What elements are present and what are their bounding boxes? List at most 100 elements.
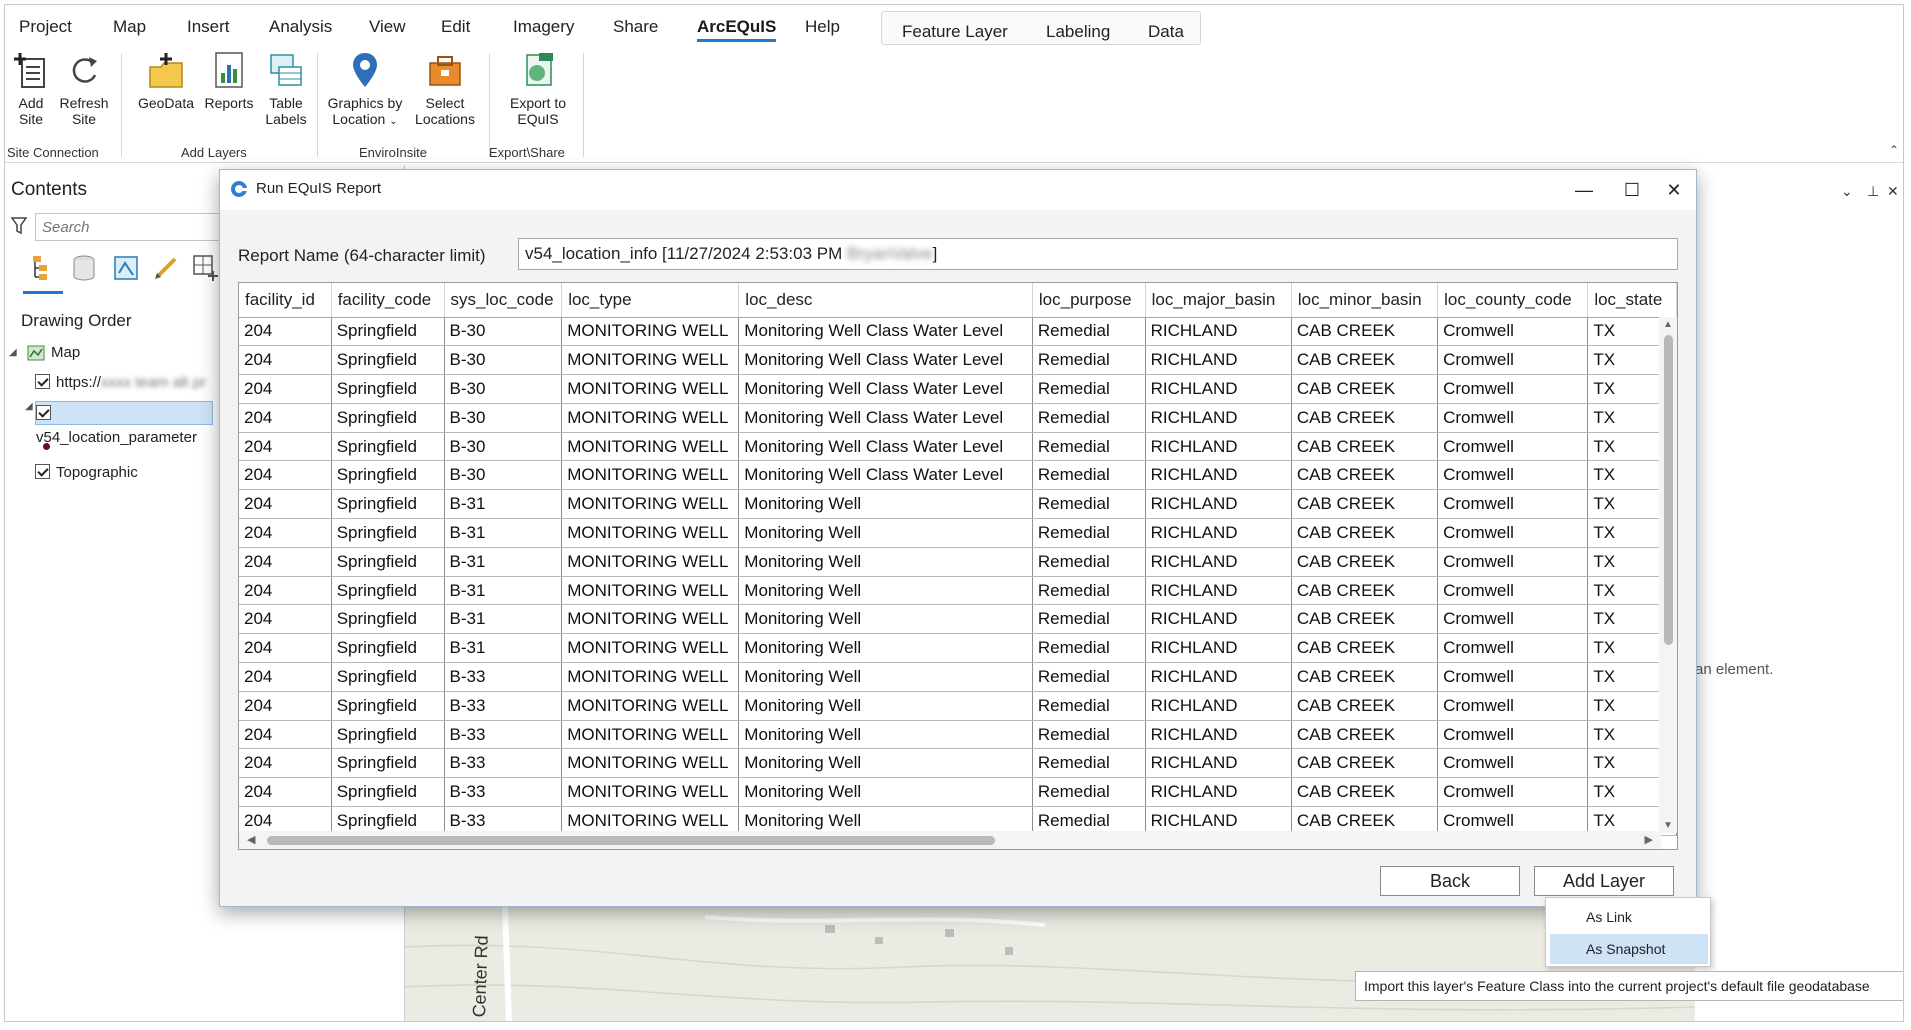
column-header[interactable]: loc_desc	[738, 283, 1033, 318]
list-by-snapping-icon[interactable]	[191, 253, 221, 283]
reports-button[interactable]: Reports	[199, 51, 259, 111]
scroll-left-icon[interactable]: ◀	[247, 833, 255, 846]
table-row[interactable]: 204 Springfield B-31 MONITORING WELL Monitor…	[239, 489, 1677, 520]
minimize-button[interactable]: —	[1564, 176, 1604, 204]
add-site-button[interactable]: Add Site	[9, 51, 53, 127]
scroll-down-icon[interactable]: ▼	[1663, 820, 1673, 831]
table-cell: MONITORING WELL	[561, 748, 740, 779]
add-layer-button[interactable]: Add Layer	[1534, 866, 1674, 896]
list-by-selection-icon[interactable]	[111, 253, 141, 283]
table-row[interactable]: 204 Springfield B-30 MONITORING WELL Monitor…	[239, 403, 1677, 433]
layer-visibility-checkbox[interactable]	[35, 374, 50, 389]
table-row[interactable]: 204 Springfield B-33 MONITORING WELL Monitor…	[239, 691, 1677, 721]
table-row[interactable]: 204 Springfield B-31 MONITORING WELL Monitor…	[239, 576, 1677, 606]
column-header[interactable]: facility_code	[331, 283, 445, 318]
horizontal-scrollbar[interactable]: ◀ ▶	[239, 831, 1661, 849]
table-cell: CAB CREEK	[1291, 604, 1439, 635]
close-pane-icon[interactable]: ✕	[1887, 183, 1899, 200]
table-row[interactable]: 204 Springfield B-30 MONITORING WELL Monitor…	[239, 460, 1677, 491]
report-name-input[interactable]: v54_location_info [11/27/2024 2:53:03 PM…	[518, 238, 1678, 270]
table-cell: Monitoring Well	[738, 633, 1033, 664]
tab-data[interactable]: Data	[1148, 22, 1184, 42]
column-header[interactable]: sys_loc_code	[444, 283, 563, 318]
tab-share[interactable]: Share	[613, 17, 658, 37]
table-row[interactable]: 204 Springfield B-30 MONITORING WELL Monitor…	[239, 432, 1677, 462]
report-results-grid[interactable]: facility_id facility_code sys_loc_code loc_…	[238, 282, 1678, 850]
scroll-up-icon[interactable]: ▲	[1663, 319, 1673, 330]
table-cell: Remedial	[1032, 777, 1146, 808]
column-header[interactable]: loc_minor_basin	[1291, 283, 1439, 318]
collapse-ribbon-icon[interactable]: ⌃	[1889, 143, 1899, 157]
tree-item-location-layer[interactable]: v54_location_parameter	[35, 401, 213, 446]
collapse-triangle-icon[interactable]: ◢	[25, 401, 33, 412]
menu-item-as-snapshot[interactable]: As Snapshot	[1550, 934, 1708, 964]
export-to-equis-button[interactable]: Export to EQuIS	[501, 51, 575, 127]
pin-icon[interactable]: ⊥	[1867, 183, 1879, 200]
tab-insert[interactable]: Insert	[187, 17, 230, 37]
table-cell: MONITORING WELL	[561, 604, 740, 635]
tree-item-topographic[interactable]: Topographic	[35, 461, 138, 485]
table-cell: CAB CREEK	[1291, 720, 1439, 750]
report-name-suffix: ]	[932, 244, 938, 263]
tab-edit[interactable]: Edit	[441, 17, 470, 37]
table-row[interactable]: 204 Springfield B-31 MONITORING WELL Monitor…	[239, 518, 1677, 548]
tab-help[interactable]: Help	[805, 17, 840, 37]
column-header[interactable]: facility_id	[239, 283, 332, 318]
graphics-by-location-button[interactable]: Graphics by Location ⌄	[323, 51, 407, 130]
vertical-scroll-thumb[interactable]	[1664, 335, 1673, 645]
dialog-titlebar[interactable]: Run EQuIS Report — ☐ ✕	[220, 170, 1696, 210]
tab-labeling[interactable]: Labeling	[1046, 22, 1110, 42]
table-row[interactable]: 204 Springfield B-30 MONITORING WELL Monitor…	[239, 374, 1677, 404]
table-row[interactable]: 204 Springfield B-33 MONITORING WELL Monitor…	[239, 748, 1677, 779]
report-name-value: v54_location_info [11/27/2024 2:53:03 PM	[525, 244, 847, 263]
tab-analysis[interactable]: Analysis	[269, 17, 332, 37]
table-row[interactable]: 204 Springfield B-30 MONITORING WELL Monitor…	[239, 317, 1677, 347]
table-row[interactable]: 204 Springfield B-31 MONITORING WELL Monitor…	[239, 633, 1677, 664]
back-button[interactable]: Back	[1380, 866, 1520, 896]
table-labels-button[interactable]: Table Labels	[259, 51, 313, 127]
table-cell: MONITORING WELL	[561, 691, 740, 721]
maximize-button[interactable]: ☐	[1612, 176, 1652, 204]
list-by-data-source-icon[interactable]	[69, 253, 99, 283]
column-header[interactable]: loc_type	[561, 283, 740, 318]
tab-imagery[interactable]: Imagery	[513, 17, 574, 37]
table-cell: Springfield	[331, 720, 445, 750]
close-button[interactable]: ✕	[1654, 176, 1694, 204]
geodata-button[interactable]: GeoData	[135, 51, 197, 111]
table-cell: Remedial	[1032, 633, 1146, 664]
tab-project[interactable]: Project	[19, 17, 72, 37]
table-cell: Springfield	[331, 777, 445, 808]
table-row[interactable]: 204 Springfield B-30 MONITORING WELL Monitor…	[239, 345, 1677, 376]
table-cell: Cromwell	[1437, 374, 1589, 404]
horizontal-scroll-thumb[interactable]	[267, 836, 995, 845]
filter-icon[interactable]	[11, 217, 27, 235]
tab-feature-layer[interactable]: Feature Layer	[902, 22, 1008, 42]
table-row[interactable]: 204 Springfield B-33 MONITORING WELL Monitor…	[239, 662, 1677, 692]
menu-item-as-link[interactable]: As Link	[1550, 902, 1708, 932]
select-locations-button[interactable]: Select Locations	[411, 51, 479, 127]
pane-options-chevron-icon[interactable]: ⌄	[1841, 183, 1853, 200]
tab-arcequis[interactable]: ArcEQuIS	[697, 17, 777, 42]
table-cell: Remedial	[1032, 748, 1146, 779]
table-row[interactable]: 204 Springfield B-31 MONITORING WELL Monitor…	[239, 604, 1677, 635]
list-by-editing-icon[interactable]	[151, 253, 181, 283]
table-row[interactable]: 204 Springfield B-33 MONITORING WELL Monitor…	[239, 720, 1677, 750]
refresh-site-button[interactable]: Refresh Site	[57, 51, 111, 127]
table-cell: B-30	[444, 403, 563, 433]
column-header[interactable]: loc_major_basin	[1145, 283, 1292, 318]
layer-visibility-checkbox[interactable]	[35, 464, 50, 479]
collapse-triangle-icon[interactable]: ◢	[9, 341, 17, 365]
scroll-right-icon[interactable]: ▶	[1645, 833, 1653, 846]
vertical-scrollbar[interactable]: ▲ ▼	[1659, 317, 1677, 833]
column-header[interactable]: loc_state	[1587, 283, 1677, 318]
map-view[interactable]: Center Rd	[405, 907, 1695, 1021]
tab-view[interactable]: View	[369, 17, 406, 37]
column-header[interactable]: loc_purpose	[1032, 283, 1146, 318]
layer-visibility-checkbox[interactable]	[36, 405, 51, 420]
list-by-drawing-order-icon[interactable]	[29, 253, 59, 283]
tab-map[interactable]: Map	[113, 17, 146, 37]
table-row[interactable]: 204 Springfield B-31 MONITORING WELL Monitor…	[239, 547, 1677, 577]
table-cell: Remedial	[1032, 518, 1146, 548]
table-row[interactable]: 204 Springfield B-33 MONITORING WELL Monitor…	[239, 777, 1677, 808]
column-header[interactable]: loc_county_code	[1437, 283, 1589, 318]
